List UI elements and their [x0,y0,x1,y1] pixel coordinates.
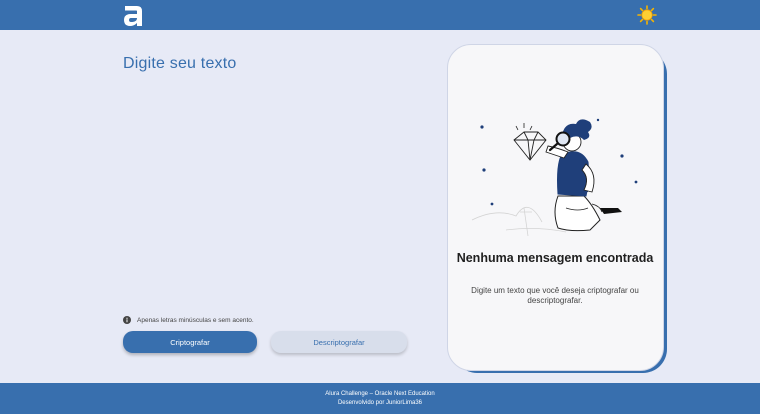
footer-credit-line: Alura Challenge – Oracle Next Education [325,390,435,397]
empty-message-title: Nenhuma mensagem encontrada [456,251,654,265]
footer: Alura Challenge – Oracle Next Education … [0,383,760,414]
encrypt-button[interactable]: Criptografar [123,331,257,353]
decrypt-button[interactable]: Descriptografar [271,331,407,353]
page-title: Digite seu texto [123,55,237,72]
footer-author-line: Desenvolvido por JuniorLima36 [337,399,423,406]
input-hint: Apenas letras minúsculas e sem acento. [123,316,254,324]
person-with-magnifier-illustration [471,118,638,237]
info-icon [123,316,131,324]
top-bar [0,0,760,30]
hint-text: Apenas letras minúsculas e sem acento. [137,316,254,324]
empty-message-description: Digite um texto que você deseja criptogr… [471,286,639,305]
alura-logo-icon[interactable] [122,3,144,27]
sun-icon[interactable] [637,5,657,25]
message-input[interactable] [123,85,417,309]
